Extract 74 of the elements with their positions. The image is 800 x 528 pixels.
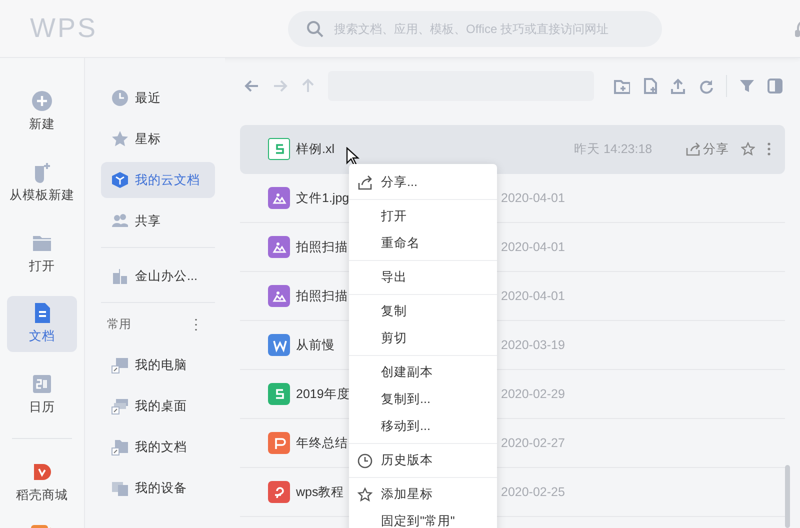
file-date: 2020-03-19 bbox=[501, 336, 566, 354]
file-name: wps教程 bbox=[296, 484, 344, 501]
menu-item[interactable]: 复制到... bbox=[349, 386, 497, 413]
rail-item[interactable]: 文档 bbox=[7, 296, 77, 352]
up-icon[interactable] bbox=[300, 78, 316, 94]
new-folder-icon[interactable] bbox=[614, 78, 630, 94]
pdf-file-icon bbox=[268, 481, 290, 503]
history-icon bbox=[357, 452, 373, 468]
file-row[interactable]: 样例.xl 昨天 14:23:18 分享 bbox=[240, 125, 785, 174]
nav-item[interactable]: 最近 bbox=[101, 80, 215, 116]
nav-item[interactable]: 金山办公... bbox=[101, 258, 215, 294]
nav-item[interactable]: 我的桌面 bbox=[101, 388, 215, 424]
computer-shortcut-icon bbox=[111, 356, 129, 374]
nav-item[interactable]: 我的设备 bbox=[101, 470, 215, 506]
nav-item[interactable]: 我的云文档 bbox=[101, 162, 215, 198]
menu-item[interactable]: 剪切 bbox=[349, 325, 497, 352]
desktop-shortcut-icon bbox=[111, 397, 129, 415]
more-icon[interactable] bbox=[767, 142, 771, 156]
star-icon[interactable] bbox=[741, 142, 755, 156]
calendar-icon bbox=[31, 373, 53, 395]
sheet-file-icon bbox=[268, 138, 290, 160]
share-icon bbox=[357, 174, 373, 190]
rail-item[interactable]: 打开 bbox=[7, 226, 77, 282]
file-name: 拍照扫描 bbox=[296, 238, 348, 256]
image-file-icon bbox=[268, 236, 290, 258]
building-icon bbox=[111, 267, 129, 285]
rail-item[interactable]: 稻壳商城 bbox=[7, 454, 77, 510]
sheet-file-icon bbox=[268, 383, 290, 405]
folder-shortcut-icon bbox=[111, 438, 129, 456]
plus-icon bbox=[31, 90, 53, 112]
ppt-file-icon bbox=[268, 432, 290, 454]
file-date: 2020-04-01 bbox=[501, 190, 566, 207]
image-file-icon bbox=[268, 187, 290, 209]
share-link[interactable]: 分享 bbox=[686, 140, 729, 158]
file-name: 文件1.jpg bbox=[296, 190, 350, 207]
filter-icon[interactable] bbox=[739, 78, 755, 94]
rail-item[interactable]: 日历 bbox=[7, 367, 77, 423]
writer-file-icon bbox=[268, 334, 290, 356]
file-date: 2020-02-25 bbox=[501, 484, 566, 501]
section-heading: 常用 bbox=[107, 316, 131, 333]
more-icon[interactable]: ⋮ bbox=[189, 314, 203, 334]
clock-icon bbox=[111, 89, 129, 107]
rail-item[interactable]: 新建 bbox=[7, 84, 77, 140]
devices-icon bbox=[111, 479, 129, 497]
forward-icon[interactable] bbox=[272, 78, 288, 94]
file-date: 2020-02-27 bbox=[501, 434, 566, 452]
star-icon bbox=[111, 130, 129, 148]
star-icon bbox=[357, 486, 373, 502]
file-name: 拍照扫描 bbox=[296, 288, 348, 305]
cube-icon bbox=[111, 171, 129, 189]
upload-icon[interactable] bbox=[670, 78, 686, 94]
scrollbar[interactable] bbox=[785, 465, 790, 528]
file-date: 2020-02-29 bbox=[501, 386, 566, 403]
nav-item[interactable]: 共享 bbox=[101, 203, 215, 239]
file-date: 昨天 14:23:18 bbox=[574, 140, 654, 158]
file-name: 年终总结 bbox=[296, 434, 348, 452]
file-name: 从前慢 bbox=[296, 336, 335, 354]
nav-item[interactable]: 我的电脑 bbox=[101, 347, 215, 383]
refresh-icon[interactable] bbox=[698, 78, 714, 94]
file-name: 2019年度 bbox=[296, 386, 350, 403]
menu-item[interactable]: 添加星标 bbox=[349, 481, 497, 508]
menu-item[interactable]: 重命名 bbox=[349, 230, 497, 257]
rail-item[interactable]: 从模板新建 bbox=[7, 154, 77, 210]
nav-item[interactable]: 我的文档 bbox=[101, 429, 215, 465]
file-name: 样例.xl bbox=[296, 140, 334, 158]
nav-item[interactable]: 星标 bbox=[101, 121, 215, 157]
back-icon[interactable] bbox=[244, 78, 260, 94]
new-file-icon[interactable] bbox=[642, 78, 658, 94]
people-icon bbox=[111, 212, 129, 230]
image-file-icon bbox=[268, 285, 290, 307]
file-date: 2020-04-01 bbox=[501, 288, 566, 305]
file-date: 2020-04-01 bbox=[501, 238, 566, 256]
panel-icon[interactable] bbox=[767, 78, 783, 94]
share-icon bbox=[686, 142, 700, 156]
